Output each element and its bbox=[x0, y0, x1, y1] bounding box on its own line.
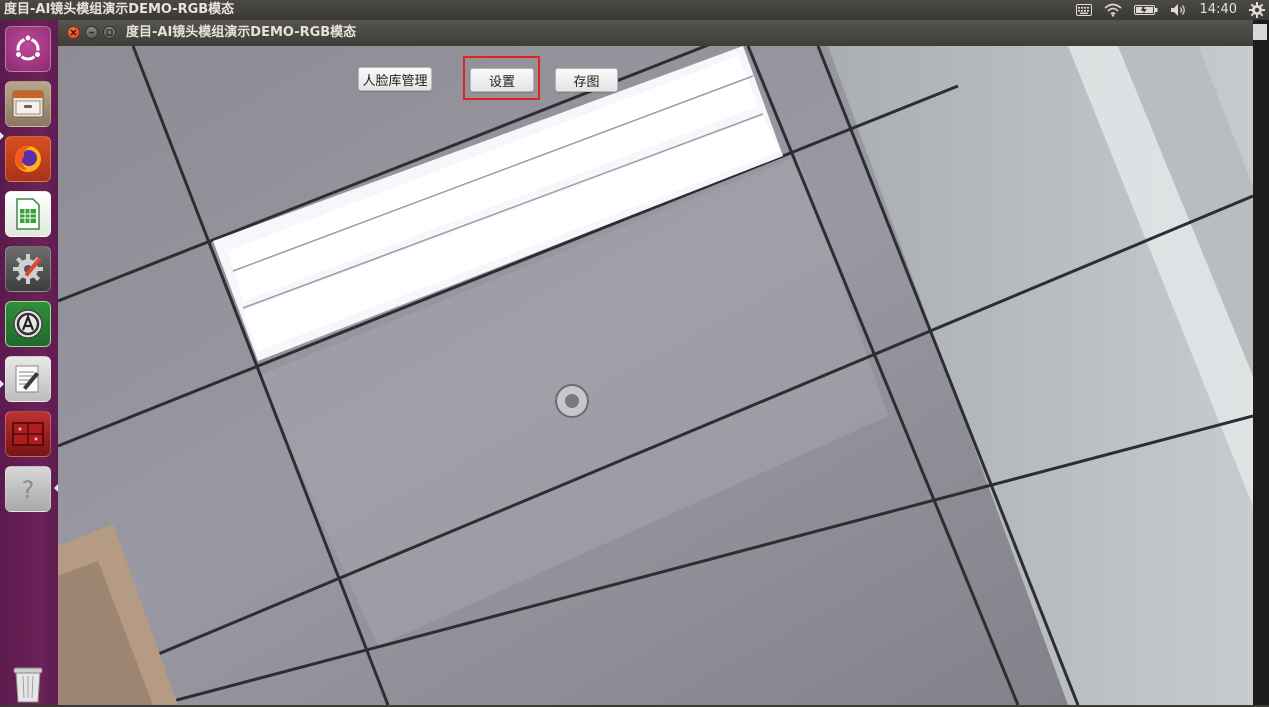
demo-app-icon[interactable] bbox=[5, 411, 51, 457]
system-settings-icon[interactable] bbox=[5, 246, 51, 292]
keyboard-icon[interactable] bbox=[1075, 0, 1092, 20]
minimize-button[interactable] bbox=[85, 26, 98, 39]
running-indicator bbox=[0, 380, 4, 388]
files-icon[interactable] bbox=[5, 81, 51, 127]
spreadsheet-icon[interactable] bbox=[5, 191, 51, 237]
window-edge bbox=[1253, 20, 1269, 705]
svg-text:?: ? bbox=[22, 476, 35, 504]
gear-icon[interactable] bbox=[1249, 0, 1265, 20]
camera-preview: 人脸库管理 设置 存图 bbox=[58, 46, 1253, 705]
text-editor-icon[interactable] bbox=[5, 356, 51, 402]
top-panel-app-title: 度目-AI镜头模组演示DEMO-RGB模态 bbox=[4, 2, 235, 17]
launcher: ? bbox=[0, 20, 58, 705]
save-image-button[interactable]: 存图 bbox=[555, 68, 618, 92]
software-updater-icon[interactable] bbox=[5, 301, 51, 347]
help-icon[interactable]: ? bbox=[5, 466, 51, 512]
close-button[interactable] bbox=[67, 26, 80, 39]
settings-highlight-box bbox=[463, 56, 540, 100]
firefox-icon[interactable] bbox=[5, 136, 51, 182]
clock[interactable]: 14:40 bbox=[1200, 0, 1237, 20]
battery-icon[interactable] bbox=[1133, 0, 1158, 20]
volume-icon[interactable] bbox=[1170, 0, 1188, 20]
face-database-button[interactable]: 人脸库管理 bbox=[358, 67, 432, 91]
wifi-icon[interactable] bbox=[1104, 0, 1122, 20]
top-panel: 度目-AI镜头模组演示DEMO-RGB模态 14:40 bbox=[0, 0, 1269, 20]
trash-icon[interactable] bbox=[5, 661, 51, 707]
window-titlebar[interactable]: 度目-AI镜头模组演示DEMO-RGB模态 bbox=[58, 20, 1253, 46]
scrollbar-thumb[interactable] bbox=[1253, 24, 1267, 40]
maximize-button[interactable] bbox=[103, 26, 116, 39]
window-title: 度目-AI镜头模组演示DEMO-RGB模态 bbox=[126, 25, 357, 40]
ceiling-camera-image bbox=[58, 46, 1253, 705]
running-indicator bbox=[0, 132, 4, 140]
ubuntu-dash-icon[interactable] bbox=[5, 26, 51, 72]
indicator-area: 14:40 bbox=[1075, 0, 1265, 20]
